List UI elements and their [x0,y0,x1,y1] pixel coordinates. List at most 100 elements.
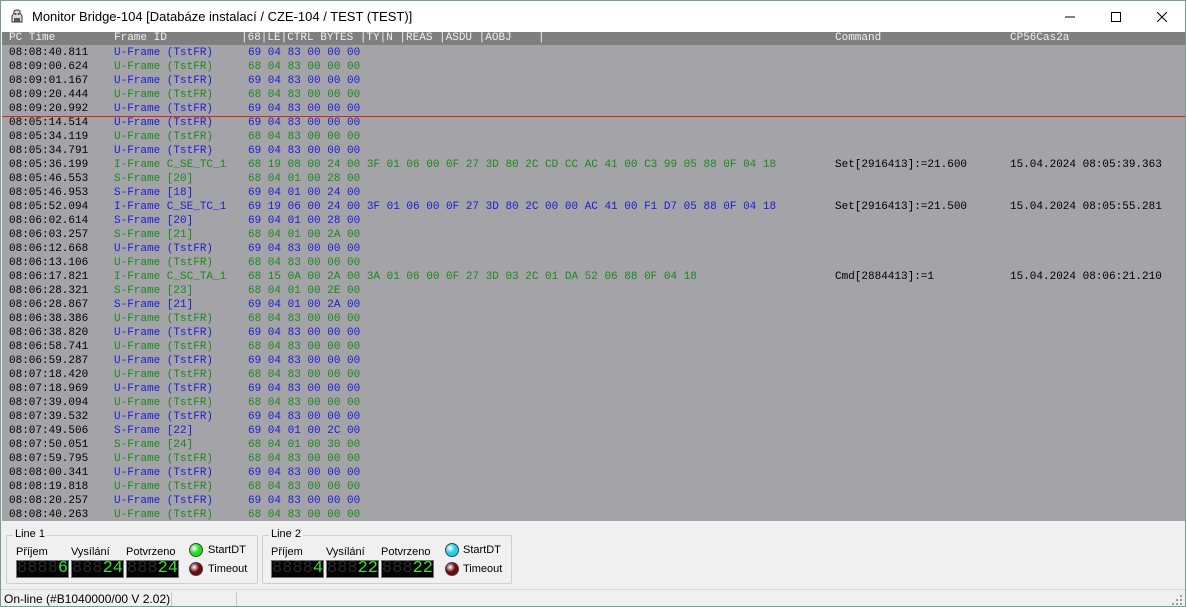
frame-log[interactable]: PC Time Frame ID |68|LE|CTRL BYTES |TY|N… [2,32,1185,521]
log-cell-bytes: 68 04 83 00 00 00 [248,369,361,381]
log-cell-frame: I-Frame C_SC_TA_1 [114,271,227,283]
log-cell-time: 08:05:34.119 [9,131,89,143]
maximize-button[interactable] [1093,1,1139,32]
line2-label: Line 2 [269,528,303,540]
minimize-icon [1065,16,1075,17]
log-row[interactable]: 08:08:40.811 U-Frame (TstFR) 69 04 83 00 0… [2,46,1185,60]
header-bytes[interactable]: |68|LE|CTRL BYTES |TY|N |REAS |ASDU |AOB… [241,32,545,45]
log-row[interactable]: 08:05:46.953 S-Frame [18] 69 04 01 00 24 0… [2,186,1185,200]
log-row[interactable]: 08:07:59.795 U-Frame (TstFR) 68 04 83 00 0… [2,452,1185,466]
log-cell-bytes: 69 04 83 00 00 00 [248,145,361,157]
log-row[interactable]: 08:07:18.420 U-Frame (TstFR) 68 04 83 00 0… [2,368,1185,382]
log-cell-time: 08:05:34.791 [9,145,89,157]
log-cell-bytes: 69 04 83 00 00 00 [248,467,361,479]
log-row[interactable]: 08:06:13.106 U-Frame (TstFR) 68 04 83 00 0… [2,256,1185,270]
status-divider [171,592,172,606]
log-row[interactable]: 08:09:20.444 U-Frame (TstFR) 68 04 83 00 0… [2,88,1185,102]
log-row[interactable]: 08:06:28.867 S-Frame [21] 69 04 01 00 2A 0… [2,298,1185,312]
log-cell-time: 08:08:40.811 [9,47,89,59]
log-row[interactable]: 08:06:17.821 I-Frame C_SC_TA_1 68 15 0A 00… [2,270,1185,284]
maximize-icon [1111,11,1121,22]
log-cell-frame: U-Frame (TstFR) [114,509,214,521]
log-row[interactable]: 08:08:19.818 U-Frame (TstFR) 68 04 83 00 0… [2,480,1185,494]
header-cp56[interactable]: CP56Cas2a [1010,32,1069,45]
resize-grip-icon[interactable] [1172,595,1183,606]
log-cell-bytes: 69 04 83 00 00 00 [248,47,361,59]
log-row[interactable]: 08:06:12.668 U-Frame (TstFR) 69 04 83 00 0… [2,242,1185,256]
line2-startdt-label: StartDT [463,544,501,556]
log-row[interactable]: 08:07:39.532 U-Frame (TstFR) 69 04 83 00 0… [2,410,1185,424]
log-row[interactable]: 08:08:00.341 U-Frame (TstFR) 69 04 83 00 0… [2,466,1185,480]
log-row[interactable]: 08:09:00.624 U-Frame (TstFR) 68 04 83 00 0… [2,60,1185,74]
log-cell-bytes: 69 04 83 00 00 00 [248,411,361,423]
log-cell-bytes: 68 04 83 00 00 00 [248,257,361,269]
log-cell-bytes: 69 04 83 00 00 00 [248,117,361,129]
line1-potvrzeno-counter: 88824 [126,559,179,578]
header-frame-id[interactable]: Frame ID [114,32,167,45]
log-cell-bytes: 68 04 83 00 00 00 [248,509,361,521]
line1-prijem-label: Příjem [16,546,48,558]
line2-timeout-led [445,562,459,576]
line1-potvrzeno-value: 24 [157,559,179,578]
log-cell-time: 08:05:14.514 [9,117,89,129]
log-row[interactable]: 08:07:50.051 S-Frame [24] 68 04 01 00 30 0… [2,438,1185,452]
log-cell-bytes: 68 04 83 00 00 00 [248,131,361,143]
main-window: Monitor Bridge-104 [Databáze instalací /… [0,0,1186,607]
line1-startdt-led [189,543,203,557]
log-cell-time: 08:07:18.969 [9,383,89,395]
log-cell-frame: U-Frame (TstFR) [114,341,214,353]
log-cell-time: 08:05:46.553 [9,173,89,185]
log-row[interactable]: 08:09:20.992 U-Frame (TstFR) 69 04 83 00 0… [2,102,1185,116]
log-cell-time: 08:07:50.051 [9,439,89,451]
log-cell-cp56: 15.04.2024 08:05:39.363 [1010,159,1162,171]
log-cell-bytes: 69 04 83 00 00 00 [248,383,361,395]
log-cell-frame: S-Frame [23] [114,285,194,297]
app-icon [11,9,23,23]
log-cell-time: 08:06:12.668 [9,243,89,255]
log-row[interactable]: 08:05:52.094 I-Frame C_SE_TC_1 69 19 06 00… [2,200,1185,214]
line2-potvrzeno-counter: 88822 [381,559,434,578]
line2-startdt-led [445,543,459,557]
log-row[interactable]: 08:05:14.514 U-Frame (TstFR) 69 04 83 00 0… [2,116,1185,130]
log-cell-frame: U-Frame (TstFR) [114,61,214,73]
log-row[interactable]: 08:05:46.553 S-Frame [20] 68 04 01 00 28 0… [2,172,1185,186]
line1-vysilani-label: Vysílání [71,546,110,558]
log-cell-time: 08:06:28.321 [9,285,89,297]
log-cell-time: 08:06:38.820 [9,327,89,339]
log-cell-frame: S-Frame [20] [114,173,194,185]
log-cell-frame: U-Frame (TstFR) [114,495,214,507]
status-text: On-line (#B1040000/00 V 2.02) [4,592,171,606]
log-row[interactable]: 08:06:02.614 S-Frame [20] 69 04 01 00 28 0… [2,214,1185,228]
log-cell-frame: U-Frame (TstFR) [114,103,214,115]
log-row[interactable]: 08:06:38.386 U-Frame (TstFR) 68 04 83 00 0… [2,312,1185,326]
log-row[interactable]: 08:05:34.119 U-Frame (TstFR) 68 04 83 00 0… [2,130,1185,144]
log-cell-time: 08:06:02.614 [9,215,89,227]
close-button[interactable] [1139,1,1185,32]
log-row[interactable]: 08:06:03.257 S-Frame [21] 68 04 01 00 2A 0… [2,228,1185,242]
log-row[interactable]: 08:06:28.321 S-Frame [23] 68 04 01 00 2E 0… [2,284,1185,298]
line2-prijem-label: Příjem [271,546,303,558]
header-pc-time[interactable]: PC Time [9,32,55,45]
log-cell-time: 08:07:49.506 [9,425,89,437]
log-row[interactable]: 08:06:58.741 U-Frame (TstFR) 68 04 83 00 0… [2,340,1185,354]
header-command[interactable]: Command [835,32,881,45]
log-cell-frame: S-Frame [24] [114,439,194,451]
log-row[interactable]: 08:06:59.287 U-Frame (TstFR) 69 04 83 00 0… [2,354,1185,368]
log-row[interactable]: 08:05:36.199 I-Frame C_SE_TC_1 68 19 08 00… [2,158,1185,172]
log-cell-frame: S-Frame [22] [114,425,194,437]
log-cell-command: Set[2916413]:=21.600 [835,159,968,171]
minimize-button[interactable] [1047,1,1093,32]
log-row[interactable]: 08:07:18.969 U-Frame (TstFR) 69 04 83 00 0… [2,382,1185,396]
log-row[interactable]: 08:08:40.263 U-Frame (TstFR) 68 04 83 00 0… [2,508,1185,521]
log-row[interactable]: 08:08:20.257 U-Frame (TstFR) 69 04 83 00 0… [2,494,1185,508]
log-cell-time: 08:05:52.094 [9,201,89,213]
title-bar[interactable]: Monitor Bridge-104 [Databáze instalací /… [1,1,1185,32]
log-cell-frame: U-Frame (TstFR) [114,327,214,339]
log-row[interactable]: 08:05:34.791 U-Frame (TstFR) 69 04 83 00 0… [2,144,1185,158]
log-row[interactable]: 08:07:49.506 S-Frame [22] 69 04 01 00 2C 0… [2,424,1185,438]
log-row[interactable]: 08:09:01.167 U-Frame (TstFR) 69 04 83 00 0… [2,74,1185,88]
log-cell-frame: U-Frame (TstFR) [114,369,214,381]
log-row[interactable]: 08:07:39.094 U-Frame (TstFR) 68 04 83 00 0… [2,396,1185,410]
line1-prijem-value: 6 [57,559,69,578]
log-row[interactable]: 08:06:38.820 U-Frame (TstFR) 69 04 83 00 0… [2,326,1185,340]
